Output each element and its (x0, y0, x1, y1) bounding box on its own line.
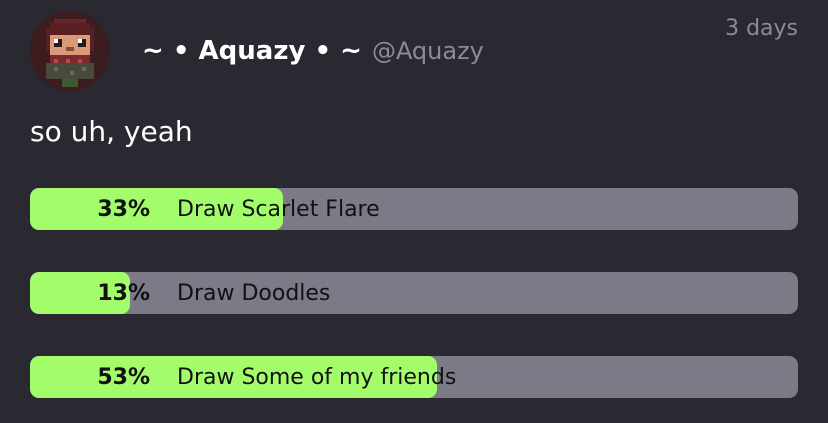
poll-option-label: Draw Some of my friends (177, 365, 457, 390)
display-name[interactable]: ~ • Aquazy • ~ (142, 36, 362, 66)
poll-option-percent: 13% (97, 281, 150, 306)
poll-option-percent: 33% (97, 197, 150, 222)
poll-option-label: Draw Doodles (177, 281, 331, 306)
poll: 33% Draw Scarlet Flare 13% Draw Doodles … (30, 188, 798, 398)
poll-option[interactable]: 33% Draw Scarlet Flare (30, 188, 798, 230)
post-timestamp[interactable]: 3 days (725, 16, 798, 41)
poll-option-percent: 53% (97, 365, 150, 390)
poll-option[interactable]: 53% Draw Some of my friends (30, 356, 798, 398)
author-header: ~ • Aquazy • ~ @Aquazy (142, 32, 484, 70)
post-text: so uh, yeah (30, 115, 193, 148)
name-suffix: • ~ (314, 36, 362, 66)
pixel-art-avatar-icon (30, 11, 110, 91)
poll-option-label: Draw Scarlet Flare (177, 197, 380, 222)
user-handle[interactable]: @Aquazy (372, 37, 484, 65)
avatar[interactable] (30, 11, 110, 91)
poll-option[interactable]: 13% Draw Doodles (30, 272, 798, 314)
name-prefix: ~ • (142, 36, 190, 66)
display-name-text: Aquazy (198, 36, 306, 66)
post-card: ~ • Aquazy • ~ @Aquazy 3 days so uh, yea… (0, 0, 828, 423)
